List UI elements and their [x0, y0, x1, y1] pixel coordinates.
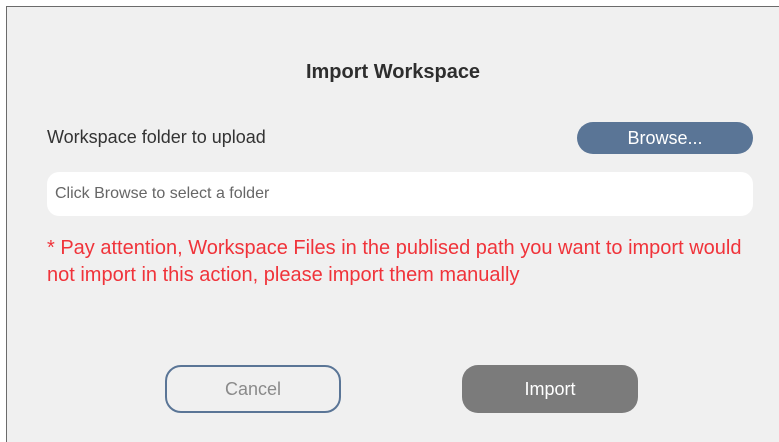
- folder-path-input[interactable]: [47, 172, 753, 216]
- browse-button[interactable]: Browse...: [577, 122, 753, 154]
- import-button[interactable]: Import: [462, 365, 638, 413]
- warning-message: * Pay attention, Workspace Files in the …: [47, 237, 742, 286]
- cancel-button[interactable]: Cancel: [165, 365, 341, 413]
- folder-label: Workspace folder to upload: [47, 127, 266, 147]
- import-workspace-dialog: Import Workspace Workspace folder to upl…: [6, 6, 779, 442]
- dialog-title: Import Workspace: [305, 61, 481, 83]
